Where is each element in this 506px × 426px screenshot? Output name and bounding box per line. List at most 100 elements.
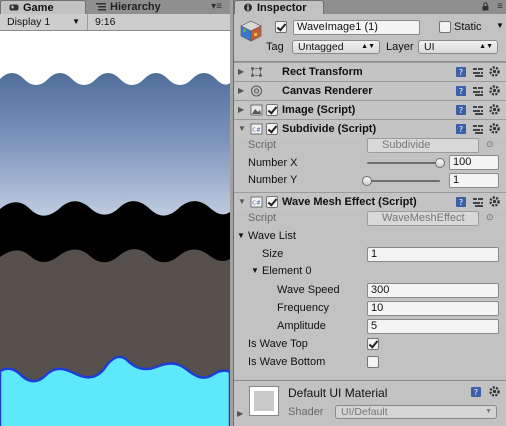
component-image[interactable]: ▶ Image (Script) ? — [234, 100, 506, 119]
cube-icon — [240, 20, 262, 42]
gear-icon[interactable] — [488, 122, 501, 135]
object-picker-icon: ⊙ — [486, 212, 494, 222]
number-x-slider-thumb[interactable] — [435, 158, 445, 168]
preset-icon[interactable] — [472, 85, 484, 97]
gameobject-active-checkbox[interactable] — [275, 21, 287, 33]
image-enabled-checkbox[interactable] — [266, 104, 278, 116]
is-wave-top-checkbox[interactable] — [367, 338, 379, 350]
material-preview[interactable] — [249, 386, 279, 416]
gear-icon[interactable] — [488, 84, 501, 97]
hierarchy-list-icon — [96, 3, 106, 11]
gear-icon[interactable] — [488, 103, 501, 116]
frequency-label: Frequency — [277, 302, 329, 314]
game-panel: Game Hierarchy ▾≡ Display 1 ▼ 9:16 — [0, 0, 230, 426]
gameobject-name-field[interactable]: WaveImage1 (1) — [293, 20, 420, 35]
tab-game-label: Game — [23, 2, 54, 14]
aspect-dropdown-value: 9:16 — [95, 16, 116, 28]
component-subdivide[interactable]: ▼ C# Subdivide (Script) ? — [234, 119, 506, 138]
aspect-dropdown[interactable]: 9:16 — [90, 15, 150, 29]
component-wave-mesh-effect[interactable]: ▼ C# Wave Mesh Effect (Script) ? — [234, 192, 506, 211]
material-foldout-icon[interactable]: ▶ — [237, 407, 243, 421]
element-foldout-icon[interactable]: ▼ — [251, 264, 259, 278]
shader-popup[interactable]: UI/Default ▼ — [335, 405, 497, 419]
book-help-icon[interactable]: ? — [455, 85, 467, 97]
tab-inspector[interactable]: Inspector — [234, 0, 324, 14]
foldout-down-icon[interactable]: ▼ — [238, 124, 246, 133]
wave-script-field: WaveMeshEffect — [367, 211, 479, 226]
preset-icon[interactable] — [472, 196, 484, 208]
inspector-panel: Inspector ≡ WaveImage1 (1) Static ▼ Tag … — [233, 0, 506, 426]
preset-icon[interactable] — [472, 104, 484, 116]
book-help-icon[interactable]: ? — [455, 66, 467, 78]
tag-popup[interactable]: Untagged ▲▼ — [292, 40, 380, 54]
component-title: Image (Script) — [282, 104, 356, 116]
gear-icon[interactable] — [488, 65, 501, 78]
book-help-icon[interactable]: ? — [455, 123, 467, 135]
component-title: Canvas Renderer — [282, 85, 373, 97]
tag-label: Tag — [266, 41, 284, 53]
preset-icon[interactable] — [472, 66, 484, 78]
layer-popup[interactable]: UI ▲▼ — [418, 40, 498, 54]
display-dropdown[interactable]: Display 1 ▼ — [2, 15, 84, 29]
display-dropdown-value: Display 1 — [7, 16, 51, 28]
is-wave-top-label: Is Wave Top — [248, 338, 308, 350]
wave-speed-label: Wave Speed — [277, 284, 340, 296]
foldout-right-icon[interactable]: ▶ — [238, 105, 244, 114]
subdivide-script-field: Subdivide — [367, 138, 479, 153]
gear-icon[interactable] — [488, 195, 501, 208]
number-y-slider-track[interactable] — [367, 180, 440, 182]
component-canvas-renderer[interactable]: ▶ Canvas Renderer ? — [234, 81, 506, 100]
amplitude-field[interactable]: 5 — [367, 319, 499, 334]
is-wave-bottom-checkbox[interactable] — [367, 356, 379, 368]
static-label: Static — [454, 21, 482, 33]
wave-mesh-enabled-checkbox[interactable] — [266, 196, 278, 208]
foldout-right-icon[interactable]: ▶ — [238, 67, 244, 76]
inspector-info-icon — [244, 3, 252, 12]
number-y-slider-thumb[interactable] — [362, 176, 372, 186]
lock-icon[interactable] — [482, 2, 489, 11]
number-x-slider-track[interactable] — [367, 162, 440, 164]
wave-list-label: Wave List — [248, 230, 296, 242]
number-x-field[interactable]: 100 — [449, 155, 499, 170]
tab-game[interactable]: Game — [0, 0, 86, 14]
subdivide-enabled-checkbox[interactable] — [266, 123, 278, 135]
is-wave-bottom-label: Is Wave Bottom — [248, 356, 326, 368]
object-picker-icon: ⊙ — [486, 139, 494, 149]
inspector-tab-menu-icon[interactable]: ≡ — [497, 0, 503, 14]
game-toolbar: Display 1 ▼ 9:16 — [0, 14, 230, 31]
tab-hierarchy[interactable]: Hierarchy — [88, 0, 218, 14]
shader-chevron-icon: ▼ — [485, 408, 492, 415]
static-checkbox[interactable] — [439, 21, 451, 33]
tab-hierarchy-label: Hierarchy — [110, 1, 161, 13]
gear-icon[interactable] — [488, 385, 501, 398]
rect-transform-icon — [251, 67, 262, 77]
static-chevron-down-icon[interactable]: ▼ — [496, 19, 504, 33]
layer-popup-value: UI — [424, 41, 435, 53]
number-y-field[interactable]: 1 — [449, 173, 499, 188]
tab-inspector-label: Inspector — [257, 2, 307, 14]
component-rect-transform[interactable]: ▶ Rect Transform ? — [234, 62, 506, 81]
number-x-label: Number X — [248, 157, 298, 169]
foldout-down-icon[interactable]: ▼ — [238, 197, 246, 206]
book-help-icon[interactable]: ? — [455, 196, 467, 208]
frequency-field[interactable]: 10 — [367, 301, 499, 316]
svg-text:?: ? — [459, 68, 463, 77]
game-tab-menu-icon[interactable]: ▾≡ — [211, 0, 222, 14]
game-tab-strip: Game Hierarchy ▾≡ — [0, 0, 230, 14]
svg-text:C#: C# — [252, 128, 261, 134]
book-help-icon[interactable]: ? — [455, 104, 467, 116]
wave-speed-field[interactable]: 300 — [367, 283, 499, 298]
wave-list-foldout-icon[interactable]: ▼ — [237, 229, 245, 243]
amplitude-label: Amplitude — [277, 320, 326, 332]
subdivide-script-label: Script — [248, 139, 277, 151]
game-view[interactable] — [0, 31, 230, 426]
preset-icon[interactable] — [472, 123, 484, 135]
book-help-icon[interactable]: ? — [470, 386, 482, 398]
canvas-renderer-icon — [251, 85, 262, 97]
script-icon: C# — [250, 123, 263, 135]
material-name: Default UI Material — [288, 386, 388, 400]
size-field[interactable]: 1 — [367, 247, 499, 262]
svg-text:?: ? — [459, 87, 463, 96]
foldout-right-icon[interactable]: ▶ — [238, 86, 244, 95]
wave-script-label: Script — [248, 212, 277, 224]
